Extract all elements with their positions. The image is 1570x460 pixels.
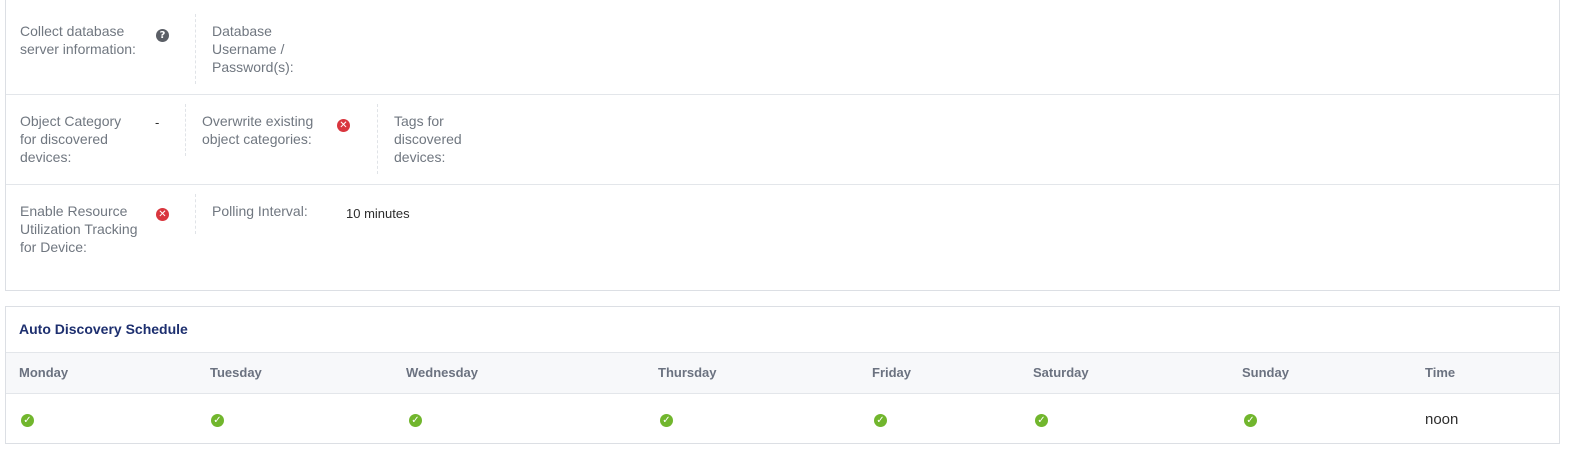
friday-check-icon: ✓ [874,414,887,427]
object-category-value: - [155,115,160,130]
question-circle-icon[interactable]: ? [156,29,169,42]
column-header-friday: Friday [872,365,912,380]
settings-row-database: Collect database server information: ? D… [6,0,1559,95]
overwrite-categories-label: Overwrite existing object categories: [202,113,314,147]
settings-row-category: Object Category for discovered devices: … [6,94,1559,185]
settings-row-resource: Enable Resource Utilization Tracking for… [6,184,1559,290]
column-header-monday: Monday [19,365,69,380]
column-header-tuesday: Tuesday [210,365,262,380]
tuesday-check-icon: ✓ [211,414,224,427]
monday-check-icon: ✓ [21,414,34,427]
saturday-check-icon: ✓ [1035,414,1048,427]
column-header-saturday: Saturday [1033,365,1089,380]
column-header-sunday: Sunday [1242,365,1289,380]
schedule-header-row: Monday Tuesday Wednesday Thursday Friday… [6,352,1559,394]
x-circle-icon: ✕ [156,208,169,221]
discovery-settings-panel: Collect database server information: ? D… [5,0,1560,291]
collect-db-label: Collect database server information: [20,23,136,57]
schedule-title: Auto Discovery Schedule [19,321,188,337]
column-divider [195,194,196,234]
thursday-check-icon: ✓ [660,414,673,427]
column-header-thursday: Thursday [658,365,717,380]
object-category-label: Object Category for discovered devices: [20,113,122,165]
column-divider [185,104,186,156]
resource-tracking-label: Enable Resource Utilization Tracking for… [20,203,138,255]
column-divider [377,104,378,174]
auto-discovery-schedule-panel: Auto Discovery Schedule Monday Tuesday W… [5,306,1560,444]
column-header-time: Time [1425,365,1456,380]
column-divider [195,14,196,84]
x-circle-icon: ✕ [337,119,350,132]
column-header-wednesday: Wednesday [406,365,479,380]
schedule-time-value: noon [1425,411,1459,428]
tags-label: Tags for discovered devices: [394,113,462,165]
db-credentials-label: Database Username / Password(s): [212,23,294,75]
polling-interval-value: 10 minutes [346,206,410,221]
wednesday-check-icon: ✓ [409,414,422,427]
polling-interval-label: Polling Interval: [212,203,308,219]
sunday-check-icon: ✓ [1244,414,1257,427]
